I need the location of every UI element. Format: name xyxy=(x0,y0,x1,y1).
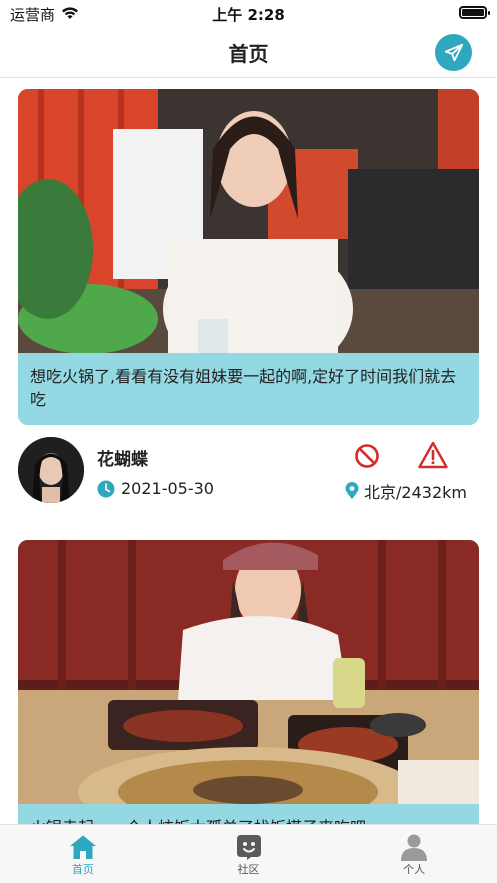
block-button[interactable] xyxy=(354,443,380,469)
tab-community[interactable]: 社区 xyxy=(166,825,332,883)
battery-icon xyxy=(459,6,490,19)
tab-home-label: 首页 xyxy=(71,863,94,876)
post-meta: 花蝴蝶 2021-05-30 北京/2432km xyxy=(18,425,479,505)
tab-bar: 首页 社区 个人 xyxy=(0,824,497,883)
post-photo[interactable] xyxy=(18,540,479,804)
post-location: 北京/2432km xyxy=(344,479,467,503)
username[interactable]: 花蝴蝶 xyxy=(97,445,148,470)
status-bar: 运营商 上午 2:28 xyxy=(0,0,497,26)
post-date-text: 2021-05-30 xyxy=(121,479,214,498)
community-icon xyxy=(235,833,263,861)
post-photo[interactable] xyxy=(18,89,479,353)
clock-icon xyxy=(97,480,115,497)
page-title: 首页 xyxy=(228,42,269,66)
app-screen: 运营商 上午 2:28 首页 想吃火锅了,看看有没有姐妹要一起的啊,定好了时间我… xyxy=(0,0,497,883)
location-pin-icon xyxy=(345,482,359,499)
paper-plane-icon xyxy=(444,43,463,61)
block-icon xyxy=(355,444,379,468)
tab-home[interactable]: 首页 xyxy=(0,825,166,883)
tab-profile[interactable]: 个人 xyxy=(331,825,497,883)
tab-community-label: 社区 xyxy=(237,863,260,876)
post-card[interactable]: 火锅走起，一个人炫饭太孤单了找饭搭子来吃吧 xyxy=(18,540,479,824)
post-location-text: 北京/2432km xyxy=(364,483,467,502)
post-card[interactable]: 想吃火锅了,看看有没有姐妹要一起的啊,定好了时间我们就去吃 xyxy=(18,89,479,425)
status-time: 上午 2:28 xyxy=(212,6,285,24)
send-button[interactable] xyxy=(435,34,472,71)
report-button[interactable] xyxy=(418,441,448,469)
feed-list[interactable]: 想吃火锅了,看看有没有姐妹要一起的啊,定好了时间我们就去吃 花蝴蝶 2021-0… xyxy=(0,79,497,824)
post-caption: 火锅走起，一个人炫饭太孤单了找饭搭子来吃吧 xyxy=(18,804,479,824)
post-caption: 想吃火锅了,看看有没有姐妹要一起的啊,定好了时间我们就去吃 xyxy=(18,353,479,425)
tab-profile-label: 个人 xyxy=(403,863,426,876)
warning-icon xyxy=(418,441,448,469)
avatar[interactable] xyxy=(18,437,84,503)
post-item[interactable]: 想吃火锅了,看看有没有姐妹要一起的啊,定好了时间我们就去吃 花蝴蝶 2021-0… xyxy=(18,89,479,505)
post-date: 2021-05-30 xyxy=(97,479,214,498)
home-icon xyxy=(69,833,97,861)
nav-bar: 首页 xyxy=(0,26,497,78)
person-icon xyxy=(400,833,428,861)
post-item[interactable]: 火锅走起，一个人炫饭太孤单了找饭搭子来吃吧 xyxy=(18,540,479,824)
